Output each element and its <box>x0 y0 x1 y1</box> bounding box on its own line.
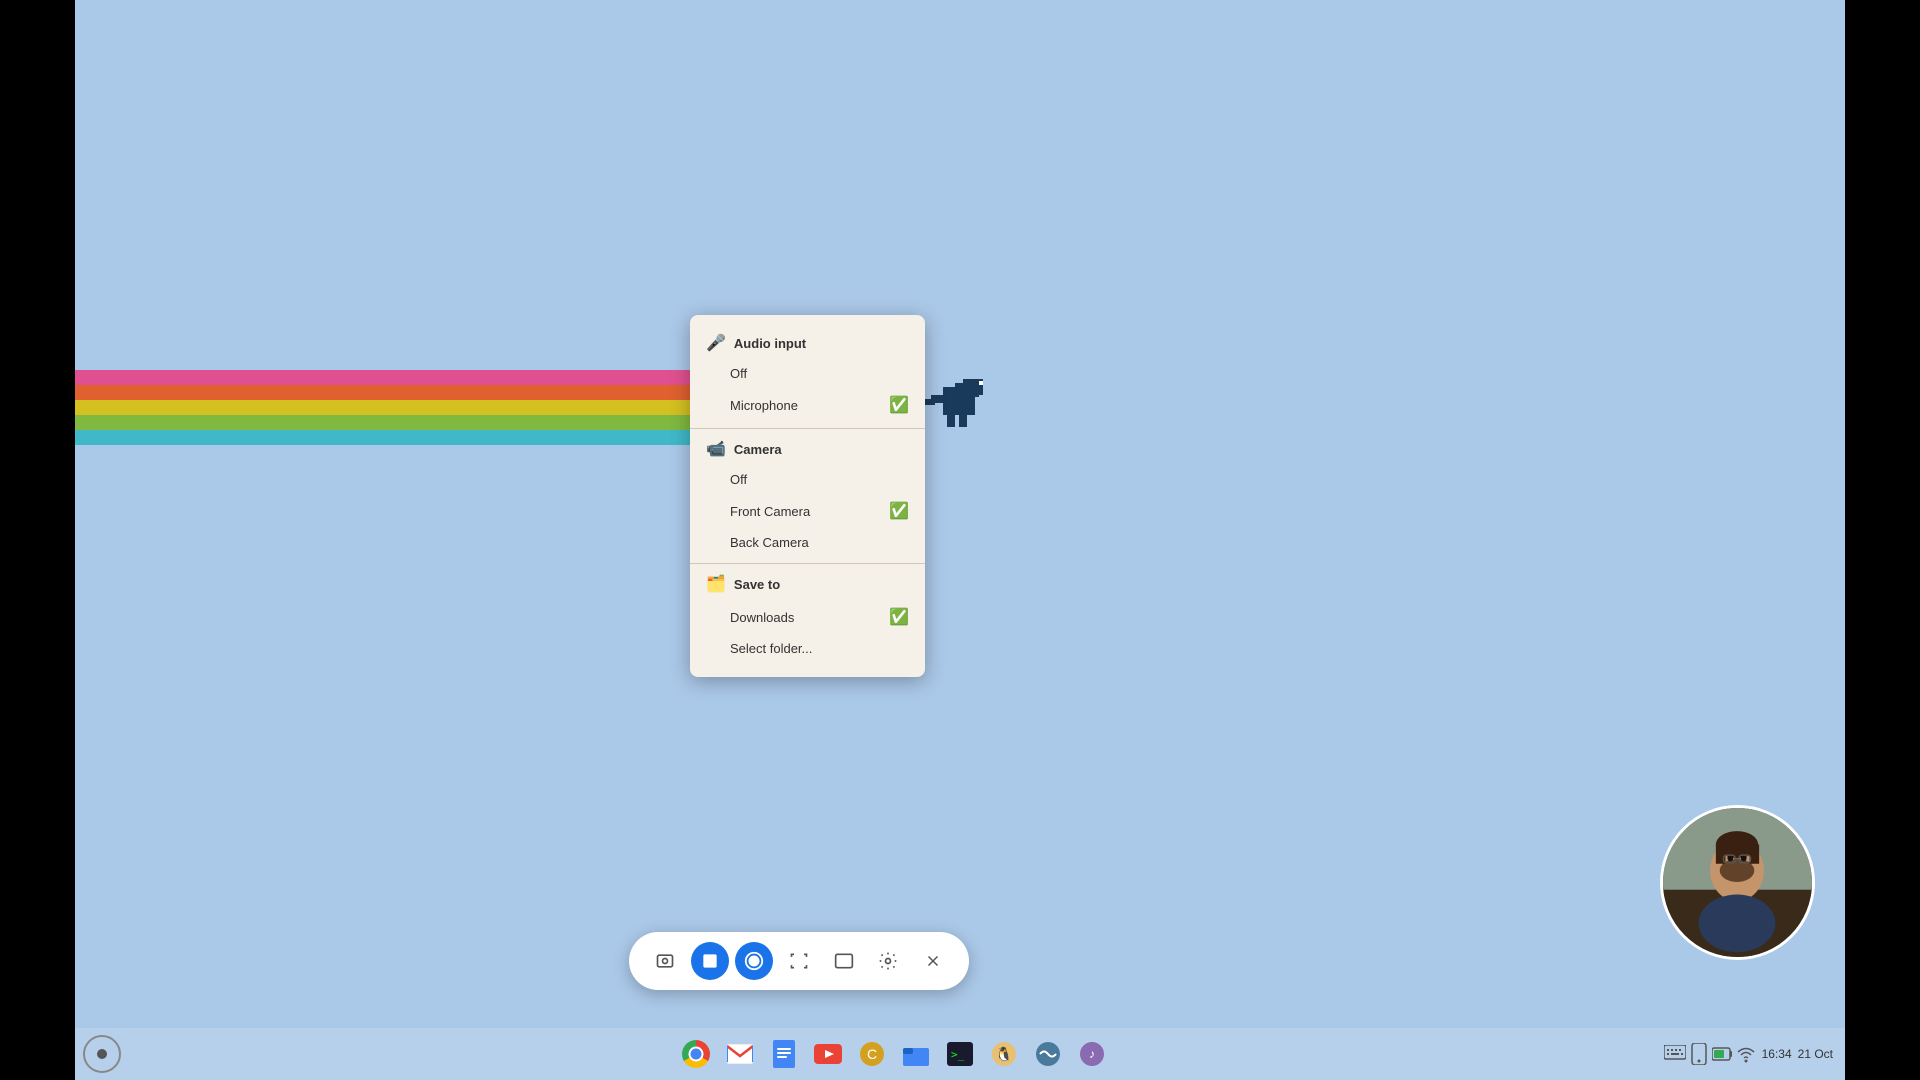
rainbow-stripe-2 <box>75 385 690 400</box>
taskbar-youtube[interactable] <box>808 1034 848 1074</box>
downloads-label: Downloads <box>730 610 794 625</box>
taskbar-terminal[interactable]: >_ <box>940 1034 980 1074</box>
taskbar-penguin[interactable]: 🐧 <box>984 1034 1024 1074</box>
taskbar-time: 16:34 <box>1762 1047 1792 1061</box>
taskbar-app-gold[interactable]: C <box>852 1034 892 1074</box>
audio-section-header: 🎤 Audio input <box>690 329 925 359</box>
audio-microphone-item[interactable]: Microphone ✅ <box>690 388 925 422</box>
back-camera-label: Back Camera <box>730 535 809 550</box>
keyboard-icon <box>1664 1045 1686 1063</box>
rainbow-stripe-5 <box>75 430 690 445</box>
screenshot-button[interactable] <box>646 942 684 980</box>
status-icons <box>1664 1043 1756 1065</box>
microphone-icon: 🎤 <box>706 333 726 353</box>
rainbow-decoration <box>75 370 690 445</box>
taskbar-app-music[interactable]: ♪ <box>1072 1034 1112 1074</box>
downloads-item[interactable]: Downloads ✅ <box>690 600 925 634</box>
battery-icon <box>1712 1044 1732 1064</box>
user-avatar <box>1660 805 1815 960</box>
front-camera-label: Front Camera <box>730 504 810 519</box>
context-menu: 🎤 Audio input Off Microphone ✅ 📹 Camera … <box>690 315 925 677</box>
saveto-icon: 🗂️ <box>706 574 726 594</box>
audio-section: 🎤 Audio input Off Microphone ✅ <box>690 323 925 429</box>
svg-text:🐧: 🐧 <box>996 1046 1013 1063</box>
desktop: 🎤 Audio input Off Microphone ✅ 📹 Camera … <box>75 0 1845 1080</box>
close-button[interactable] <box>914 942 952 980</box>
select-folder-label: Select folder... <box>730 641 812 656</box>
audio-microphone-check: ✅ <box>889 395 909 415</box>
taskbar-gmail[interactable] <box>720 1034 760 1074</box>
camera-section-header: 📹 Camera <box>690 435 925 465</box>
partial-capture-button[interactable] <box>780 942 818 980</box>
window-capture-button[interactable] <box>825 942 863 980</box>
screen-capture-toolbar <box>629 932 969 990</box>
right-sidebar <box>1845 0 1920 1080</box>
svg-text:>_: >_ <box>951 1048 965 1061</box>
taskbar-status: 16:34 21 Oct <box>1664 1043 1845 1065</box>
record-button[interactable] <box>691 942 729 980</box>
rainbow-stripe-4 <box>75 415 690 430</box>
saveto-section-label: Save to <box>734 577 780 592</box>
taskbar-chrome[interactable] <box>676 1034 716 1074</box>
settings-button[interactable] <box>869 942 907 980</box>
phone-icon <box>1690 1043 1708 1065</box>
audio-section-label: Audio input <box>734 336 806 351</box>
launcher-dot <box>97 1049 107 1059</box>
camera-section-label: Camera <box>734 442 782 457</box>
taskbar-app-wave[interactable] <box>1028 1034 1068 1074</box>
taskbar-apps: C >_ 🐧 <box>125 1034 1664 1074</box>
fullscreen-record-button[interactable] <box>735 942 773 980</box>
saveto-section: 🗂️ Save to Downloads ✅ Select folder... <box>690 564 925 669</box>
taskbar-file-manager[interactable] <box>896 1034 936 1074</box>
left-sidebar <box>0 0 75 1080</box>
taskbar-date: 21 Oct <box>1798 1047 1833 1061</box>
taskbar-left <box>75 1035 125 1073</box>
taskbar-docs[interactable] <box>764 1034 804 1074</box>
downloads-check: ✅ <box>889 607 909 627</box>
svg-text:C: C <box>867 1046 877 1062</box>
back-camera-item[interactable]: Back Camera <box>690 528 925 557</box>
saveto-section-header: 🗂️ Save to <box>690 570 925 600</box>
avatar-image <box>1663 808 1812 957</box>
camera-off-item[interactable]: Off <box>690 465 925 494</box>
audio-off-item[interactable]: Off <box>690 359 925 388</box>
app-launcher-button[interactable] <box>83 1035 121 1073</box>
wifi-icon <box>1736 1044 1756 1064</box>
front-camera-item[interactable]: Front Camera ✅ <box>690 494 925 528</box>
taskbar: C >_ 🐧 <box>75 1028 1845 1080</box>
rainbow-stripe-3 <box>75 400 690 415</box>
audio-off-label: Off <box>730 366 747 381</box>
select-folder-item[interactable]: Select folder... <box>690 634 925 663</box>
camera-section: 📹 Camera Off Front Camera ✅ Back Camera <box>690 429 925 564</box>
camera-off-label: Off <box>730 472 747 487</box>
rainbow-stripe-1 <box>75 370 690 385</box>
audio-microphone-label: Microphone <box>730 398 798 413</box>
pixel-dino <box>915 375 1005 445</box>
svg-text:♪: ♪ <box>1089 1047 1095 1061</box>
chrome-icon <box>682 1040 710 1068</box>
camera-icon: 📹 <box>706 439 726 459</box>
front-camera-check: ✅ <box>889 501 909 521</box>
